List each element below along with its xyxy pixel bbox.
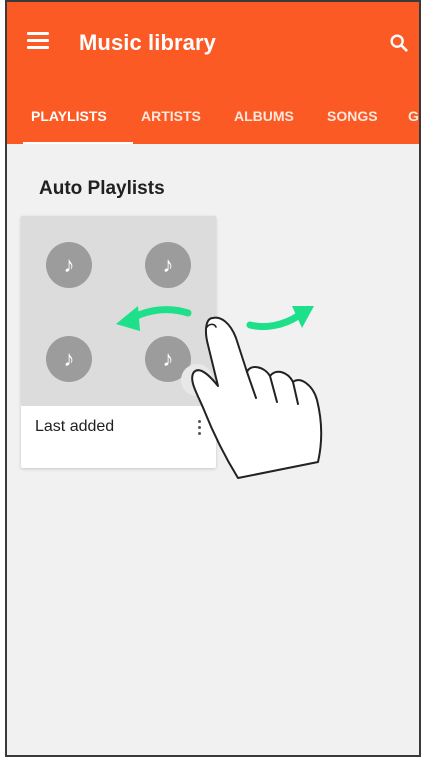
more-vertical-icon[interactable]	[198, 420, 202, 440]
tab-playlists[interactable]: PLAYLISTS	[31, 108, 107, 124]
app-bar: Music library PLAYLISTS ARTISTS ALBUMS S…	[7, 2, 419, 144]
tab-albums[interactable]: ALBUMS	[234, 108, 294, 124]
playlist-artwork: ♪ ♪ ♪ ♪	[21, 216, 216, 406]
music-note-icon: ♪	[145, 242, 191, 288]
music-note-icon: ♪	[46, 336, 92, 382]
tab-artists[interactable]: ARTISTS	[141, 108, 201, 124]
tab-genres[interactable]: GE	[408, 108, 419, 124]
playlist-name: Last added	[35, 418, 115, 435]
playlist-card[interactable]: ♪ ♪ ♪ ♪ Last added	[21, 216, 216, 468]
tab-bar: PLAYLISTS ARTISTS ALBUMS SONGS GE	[7, 98, 419, 144]
phone-screen: Music library PLAYLISTS ARTISTS ALBUMS S…	[5, 0, 421, 757]
play-icon[interactable]	[181, 364, 213, 396]
app-title: Music library	[79, 30, 217, 55]
hamburger-menu-icon[interactable]	[27, 32, 49, 50]
section-title: Auto Playlists	[39, 178, 165, 199]
tab-songs[interactable]: SONGS	[327, 108, 378, 124]
tab-indicator	[23, 142, 133, 144]
music-note-icon: ♪	[46, 242, 92, 288]
search-icon[interactable]	[388, 32, 410, 54]
